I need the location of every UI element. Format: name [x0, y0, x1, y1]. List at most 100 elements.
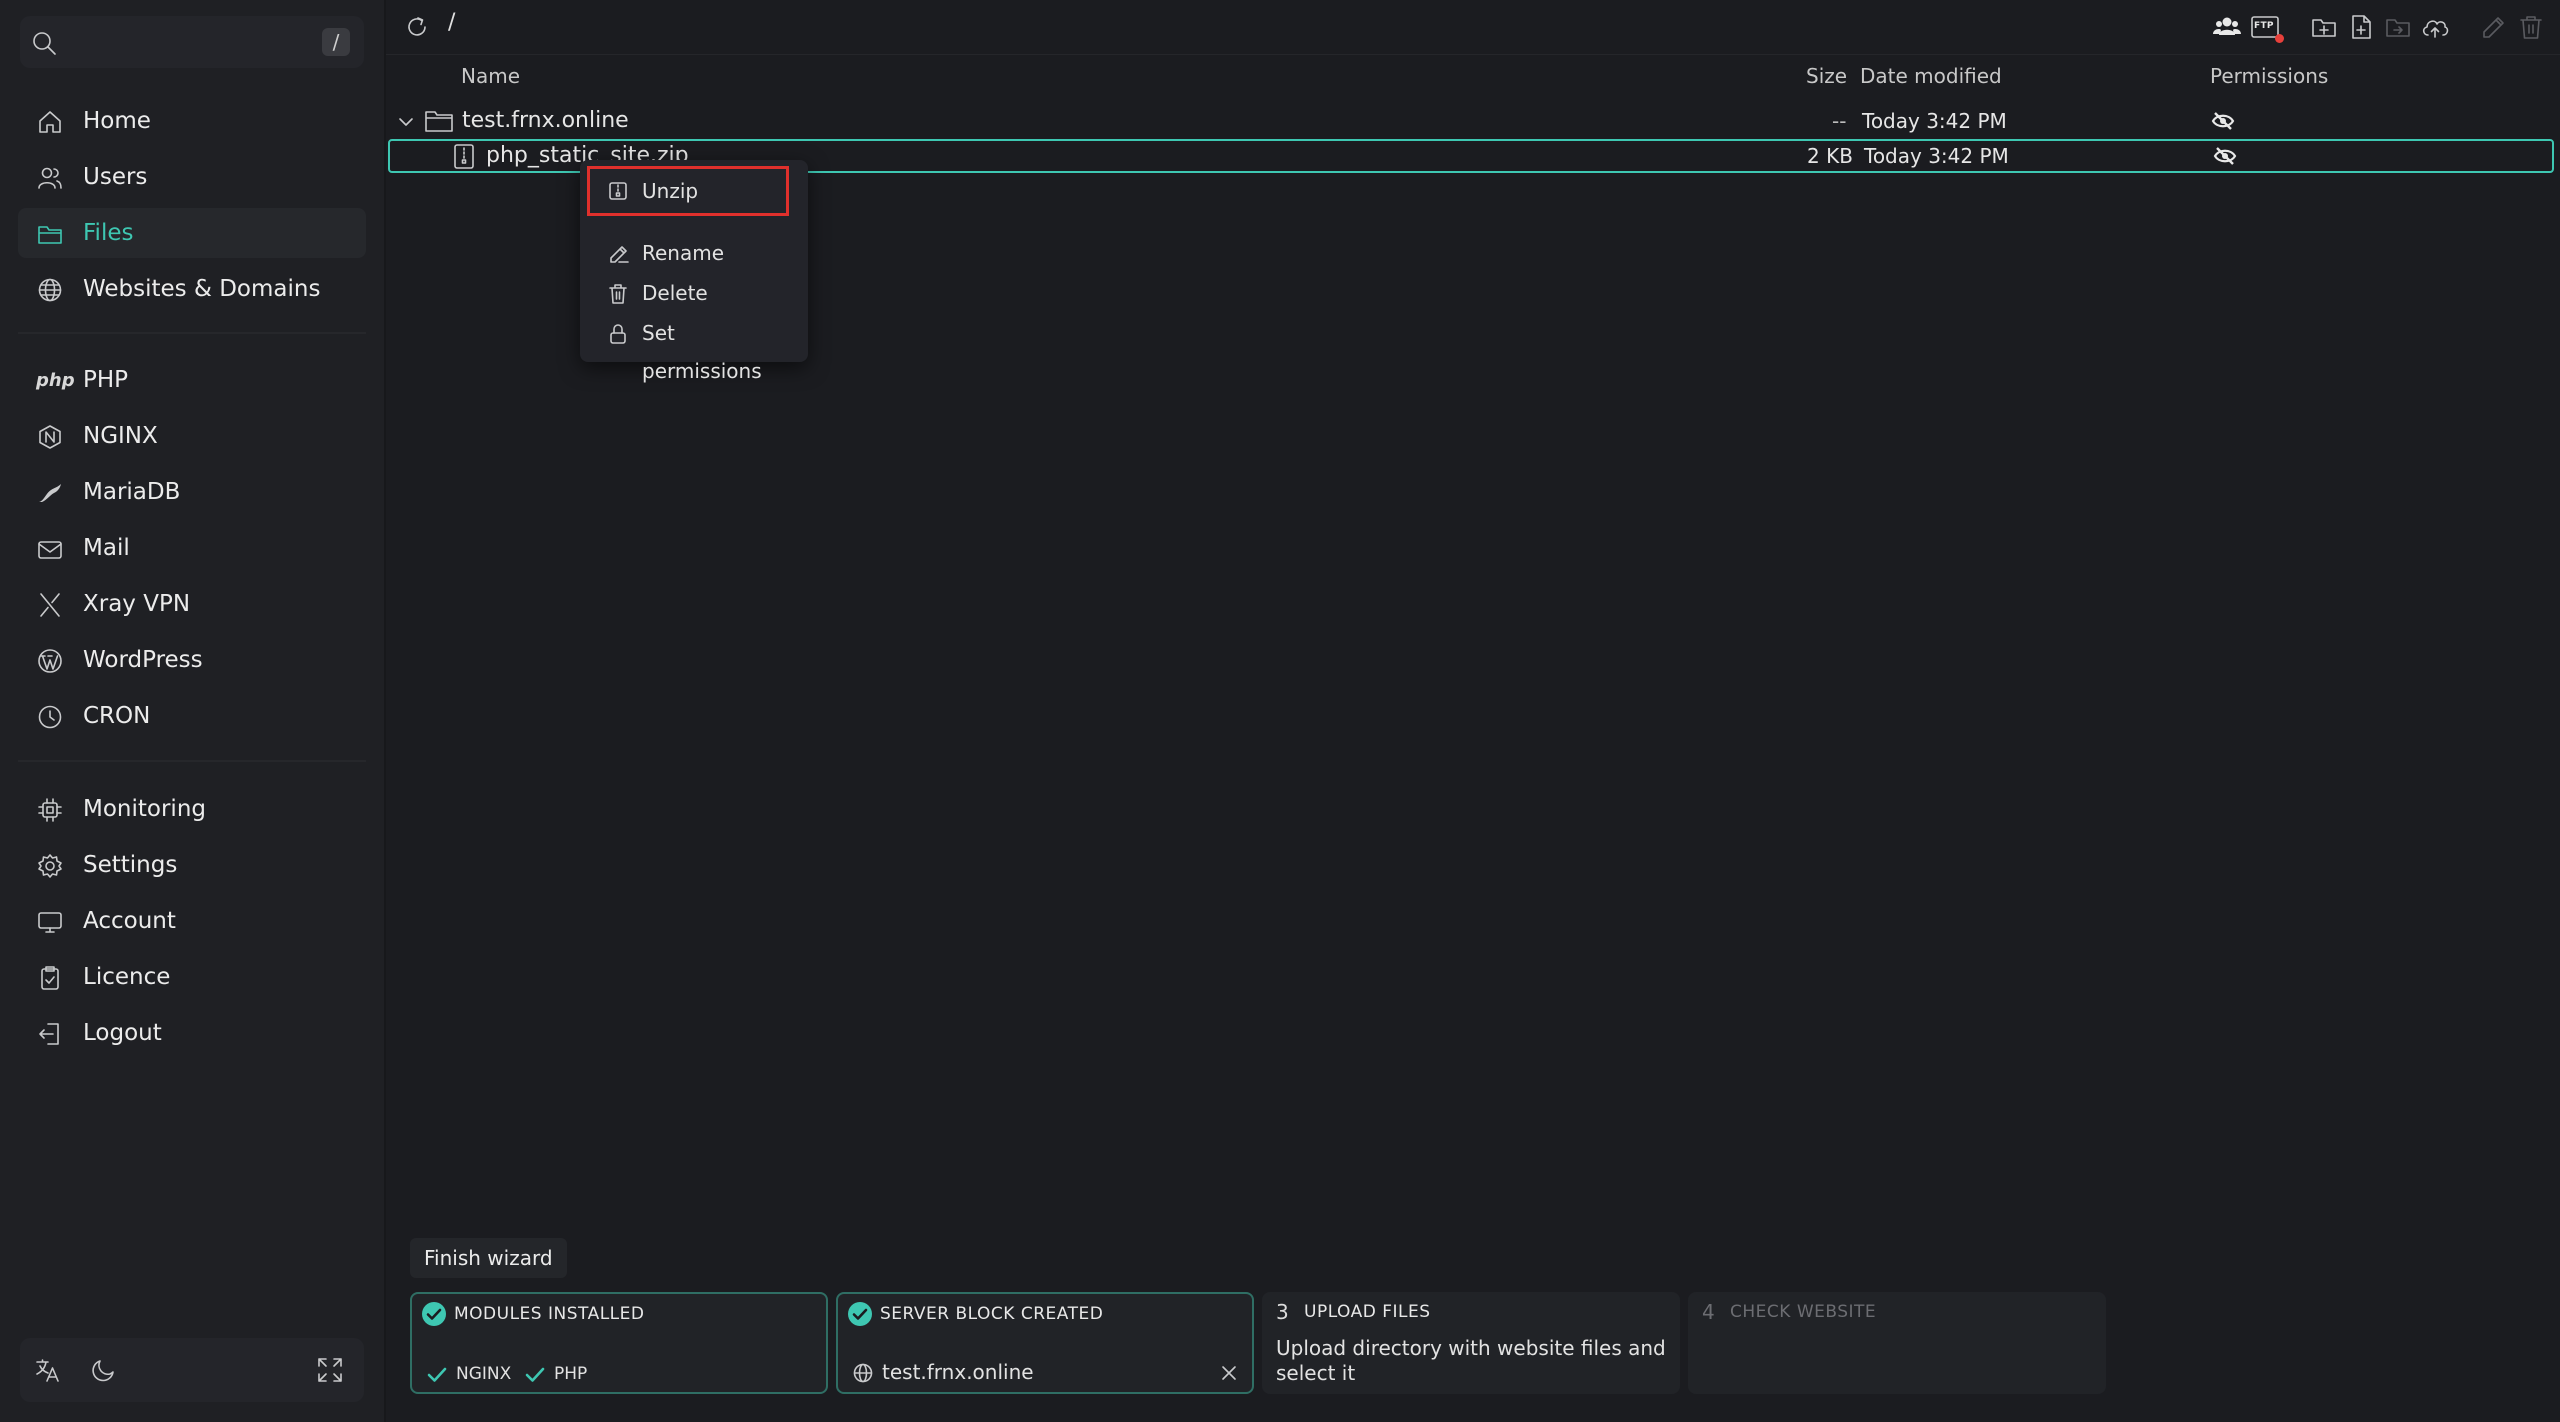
sidebar-item-wordpress[interactable]: WordPress	[18, 635, 366, 685]
column-header-size[interactable]: Size	[1806, 64, 1847, 88]
trash-icon	[609, 284, 627, 304]
delete-button[interactable]	[2518, 13, 2544, 41]
fullscreen-icon[interactable]	[316, 1356, 344, 1384]
sidebar-item-label: Mail	[83, 535, 130, 561]
licence-icon	[41, 966, 59, 990]
ftp-label: FTP	[2254, 21, 2274, 31]
sidebar-item-label: Settings	[83, 852, 178, 878]
sidebar-item-licence[interactable]: Licence	[18, 952, 366, 1002]
refresh-icon[interactable]	[404, 14, 430, 40]
step-title: MODULES INSTALLED	[454, 1304, 645, 1324]
menu-item-set-permissions[interactable]: Set permissions	[592, 314, 796, 383]
cpu-icon	[38, 798, 62, 822]
search-input[interactable]: /	[20, 16, 364, 68]
check-circle-icon	[848, 1302, 872, 1326]
move-button[interactable]	[2384, 13, 2412, 41]
file-size: --	[1832, 109, 1847, 133]
close-icon[interactable]	[1220, 1364, 1238, 1382]
new-file-button[interactable]	[2348, 13, 2374, 41]
sidebar-item-label: CRON	[83, 703, 151, 729]
zip-file-icon	[454, 144, 474, 169]
gear-icon	[38, 854, 62, 878]
highlight-box	[587, 166, 789, 216]
mail-icon	[38, 541, 62, 559]
sidebar-item-label: Logout	[83, 1020, 162, 1046]
step-title: CHECK WEBSITE	[1730, 1302, 1877, 1322]
translate-icon[interactable]	[34, 1356, 62, 1384]
users-icon	[38, 167, 62, 189]
php-icon: php	[36, 370, 75, 391]
sidebar-item-label: Account	[83, 908, 176, 934]
folder-move-icon	[2386, 19, 2410, 37]
wordpress-icon	[38, 649, 62, 673]
sidebar-item-label: Xray VPN	[83, 591, 191, 617]
edit-button[interactable]	[2480, 13, 2508, 41]
users-group-icon	[2213, 17, 2241, 35]
finish-wizard-button[interactable]: Finish wizard	[410, 1238, 567, 1278]
new-folder-button[interactable]	[2310, 13, 2338, 41]
sidebar-item-home[interactable]: Home	[18, 96, 366, 146]
globe-icon	[38, 278, 62, 302]
sidebar-divider	[18, 760, 366, 762]
sidebar-item-xray-vpn[interactable]: Xray VPN	[18, 579, 366, 629]
step-description: Upload directory with website files and …	[1276, 1336, 1666, 1385]
column-header-date[interactable]: Date modified	[1860, 64, 2002, 88]
cloud-upload-icon	[2422, 20, 2449, 38]
nginx-icon	[39, 425, 61, 449]
step-title: SERVER BLOCK CREATED	[880, 1304, 1104, 1324]
menu-item-delete[interactable]: Delete	[592, 274, 796, 312]
sidebar: / Home Users Files Websites & Domains ph…	[0, 0, 386, 1422]
module-tag: NGINX	[456, 1364, 512, 1384]
search-shortcut-key: /	[322, 28, 350, 56]
home-icon	[39, 111, 61, 133]
file-toolbar: / FTP	[386, 0, 2560, 55]
sidebar-item-nginx[interactable]: NGINX	[18, 411, 366, 461]
sidebar-item-files[interactable]: Files	[18, 208, 366, 258]
sidebar-item-label: Files	[83, 220, 134, 246]
eye-off-icon	[2213, 147, 2237, 165]
ftp-status-dot	[2275, 34, 2284, 43]
sidebar-item-account[interactable]: Account	[18, 896, 366, 946]
sidebar-item-label: NGINX	[83, 423, 158, 449]
ftp-button[interactable]: FTP	[2250, 13, 2284, 43]
sidebar-item-mariadb[interactable]: MariaDB	[18, 467, 366, 517]
file-date: Today 3:42 PM	[1864, 144, 2009, 168]
menu-item-label: Rename	[642, 241, 725, 265]
file-plus-icon	[2352, 15, 2371, 39]
column-header-permissions[interactable]: Permissions	[2210, 64, 2328, 88]
step-number: 3	[1276, 1300, 1289, 1324]
column-header-name[interactable]: Name	[461, 64, 520, 88]
sidebar-item-mail[interactable]: Mail	[18, 523, 366, 573]
sidebar-item-label: Monitoring	[83, 796, 206, 822]
logout-icon	[39, 1023, 59, 1045]
sidebar-item-logout[interactable]: Logout	[18, 1008, 366, 1058]
step-title: UPLOAD FILES	[1304, 1302, 1431, 1322]
chevron-down-icon[interactable]	[398, 115, 414, 129]
search-icon	[33, 32, 56, 55]
table-row[interactable]: test.frnx.online -- Today 3:42 PM	[388, 105, 2554, 137]
upload-button[interactable]	[2420, 13, 2450, 41]
domain-name: test.frnx.online	[882, 1360, 1034, 1384]
clock-icon	[38, 705, 62, 729]
file-name: test.frnx.online	[462, 108, 629, 133]
menu-item-rename[interactable]: Rename	[592, 234, 796, 272]
moon-icon[interactable]	[90, 1356, 118, 1384]
edit-icon	[2483, 17, 2504, 38]
current-path: /	[448, 10, 456, 35]
folder-icon	[425, 111, 453, 132]
sidebar-item-settings[interactable]: Settings	[18, 840, 366, 890]
sidebar-item-users[interactable]: Users	[18, 152, 366, 202]
sidebar-item-websites-domains[interactable]: Websites & Domains	[18, 264, 366, 314]
sidebar-item-label: WordPress	[83, 647, 203, 673]
users-manage-button[interactable]	[2212, 13, 2242, 41]
sidebar-item-label: MariaDB	[83, 479, 181, 505]
sidebar-item-php[interactable]: php PHP	[18, 355, 366, 405]
module-tag: PHP	[554, 1364, 588, 1384]
check-icon	[525, 1367, 545, 1382]
sidebar-item-cron[interactable]: CRON	[18, 691, 366, 741]
sidebar-item-label: Licence	[83, 964, 171, 990]
lock-icon	[610, 324, 626, 344]
sidebar-item-label: Home	[83, 108, 151, 134]
sidebar-item-monitoring[interactable]: Monitoring	[18, 784, 366, 834]
check-icon	[427, 1367, 447, 1382]
